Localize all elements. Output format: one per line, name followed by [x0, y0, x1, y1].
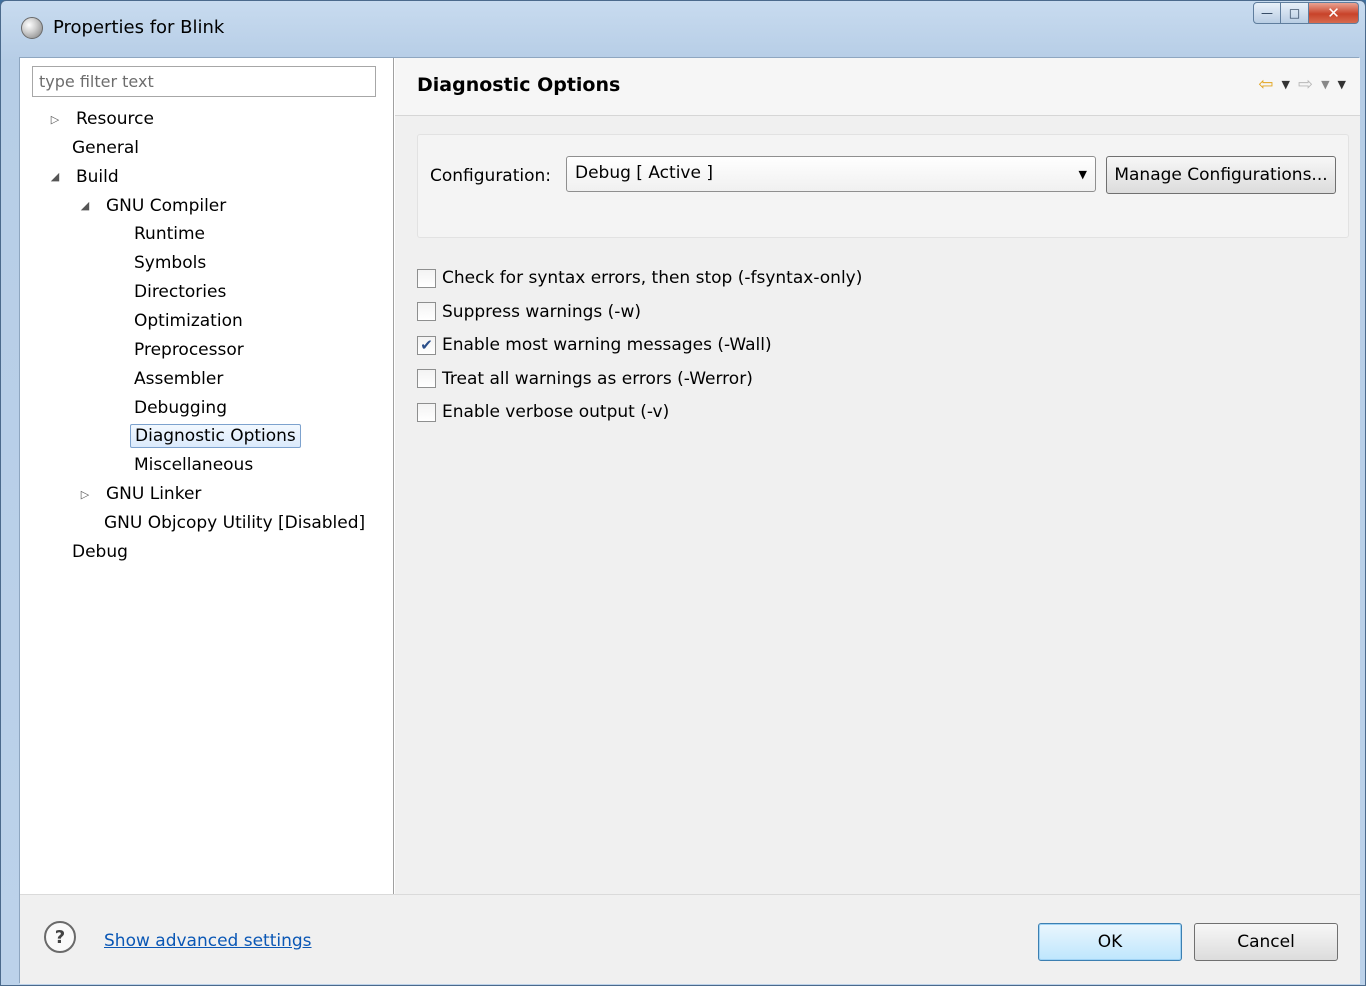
configuration-label: Configuration:: [430, 166, 552, 186]
history-nav: ⇦ ▼ ⇨ ▼ ▼: [1258, 74, 1346, 95]
minimize-button[interactable]: —: [1253, 2, 1281, 24]
tree-item-label: Miscellaneous: [134, 455, 254, 476]
forward-dropdown-icon: ▼: [1321, 78, 1330, 91]
tree-item-label: Symbols: [134, 253, 207, 274]
back-dropdown-icon[interactable]: ▼: [1282, 78, 1290, 91]
tree-item-label: GNU Linker: [106, 484, 202, 505]
configuration-select[interactable]: Debug [ Active ] ▼: [566, 156, 1096, 192]
tree-item[interactable]: Runtime: [130, 220, 209, 248]
tree-item-label: Resource: [76, 109, 154, 129]
back-arrow-icon[interactable]: ⇦: [1258, 74, 1273, 95]
option-label: Check for syntax errors, then stop (-fsy…: [442, 268, 863, 288]
tree-item[interactable]: Diagnostic Options: [130, 422, 301, 450]
tree-item-label: Debugging: [134, 397, 227, 418]
chevron-down-icon: ▼: [1078, 168, 1087, 181]
option-row[interactable]: ✔ Enable most warning messages (-Wall): [417, 331, 772, 359]
navigation-pane: ▷ Resource General ◢ Build ◢ GNU Compiler Runti…: [20, 58, 394, 894]
tree-item[interactable]: ▷ Resource: [48, 105, 158, 133]
tree-item[interactable]: General: [68, 134, 143, 162]
option-checkbox[interactable]: [417, 268, 436, 288]
cancel-button[interactable]: Cancel: [1194, 923, 1338, 961]
filter-input[interactable]: [32, 66, 376, 97]
expand-arrow-icon[interactable]: ▷: [78, 488, 92, 501]
properties-window: Properties for Blink — □ ✕ ▷ Resource Gene…: [0, 0, 1366, 986]
tree-item-label: GNU Objcopy Utility [Disabled]: [104, 512, 366, 533]
tree-item[interactable]: ▷ GNU Linker: [78, 480, 205, 508]
tree-item[interactable]: Assembler: [130, 365, 227, 393]
option-checkbox[interactable]: ✔: [417, 335, 436, 355]
tree-item[interactable]: Miscellaneous: [130, 451, 257, 479]
title-bar: Properties for Blink — □ ✕: [1, 1, 1365, 57]
tree-item[interactable]: Directories: [130, 278, 230, 306]
configuration-value: Debug [ Active ]: [575, 163, 713, 183]
app-icon: [21, 17, 43, 39]
option-checkbox[interactable]: [417, 402, 436, 422]
collapse-arrow-icon[interactable]: ◢: [78, 199, 92, 212]
tree-item-label: Preprocessor: [134, 339, 244, 360]
show-advanced-settings-link[interactable]: Show advanced settings: [104, 931, 312, 951]
option-row[interactable]: Treat all warnings as errors (-Werror): [417, 365, 753, 393]
option-label: Enable verbose output (-v): [442, 402, 670, 423]
tree-item[interactable]: ◢ Build: [48, 163, 123, 191]
option-row[interactable]: Enable verbose output (-v): [417, 398, 669, 426]
tree-item-label: Optimization: [134, 310, 243, 331]
help-icon[interactable]: ?: [44, 921, 76, 953]
option-checkbox[interactable]: [417, 302, 436, 322]
tree-item[interactable]: Debugging: [130, 394, 231, 422]
tree-item-label: Build: [76, 166, 119, 187]
expand-arrow-icon[interactable]: ▷: [48, 113, 62, 126]
tree-item[interactable]: Preprocessor: [130, 336, 248, 364]
view-menu-icon[interactable]: ▼: [1338, 78, 1346, 91]
tree-item[interactable]: ◢ GNU Compiler: [78, 192, 230, 220]
tree-item-label: Directories: [134, 282, 227, 303]
option-label: Enable most warning messages (-Wall): [442, 335, 772, 356]
tree-item-label: Assembler: [134, 368, 224, 389]
configuration-group: Configuration: Debug [ Active ] ▼ Manage…: [417, 134, 1349, 238]
close-button[interactable]: ✕: [1309, 2, 1359, 24]
content-pane: Diagnostic Options ⇦ ▼ ⇨ ▼ ▼ Configurati…: [395, 58, 1360, 894]
dialog-client: ▷ Resource General ◢ Build ◢ GNU Compiler Runti…: [19, 57, 1360, 984]
collapse-arrow-icon[interactable]: ◢: [48, 170, 62, 183]
page-header: Diagnostic Options ⇦ ▼ ⇨ ▼ ▼: [395, 58, 1360, 116]
tree-item[interactable]: Debug: [68, 538, 132, 566]
tree-item-label: General: [72, 137, 139, 158]
page-title: Diagnostic Options: [417, 74, 621, 96]
maximize-button[interactable]: □: [1281, 2, 1309, 24]
option-label: Treat all warnings as errors (-Werror): [442, 368, 753, 389]
option-label: Suppress warnings (-w): [442, 301, 641, 322]
caption-buttons: — □ ✕: [1253, 2, 1359, 24]
window-title: Properties for Blink: [53, 17, 225, 38]
tree-item-label: Diagnostic Options: [130, 424, 301, 449]
option-checkbox[interactable]: [417, 369, 436, 389]
dialog-footer: ? Show advanced settings OK Cancel: [20, 894, 1360, 984]
forward-arrow-icon: ⇨: [1297, 74, 1314, 95]
tree-item[interactable]: GNU Objcopy Utility [Disabled]: [100, 509, 369, 537]
tree-item[interactable]: Symbols: [130, 249, 210, 277]
tree-item-label: Debug: [72, 541, 128, 562]
option-row[interactable]: Suppress warnings (-w): [417, 298, 641, 326]
tree-item[interactable]: Optimization: [130, 307, 247, 335]
tree-item-label: GNU Compiler: [106, 195, 227, 216]
tree-item-label: Runtime: [134, 224, 206, 245]
option-row[interactable]: Check for syntax errors, then stop (-fsy…: [417, 264, 862, 292]
manage-configurations-button[interactable]: Manage Configurations...: [1106, 156, 1336, 194]
ok-button[interactable]: OK: [1038, 923, 1182, 961]
